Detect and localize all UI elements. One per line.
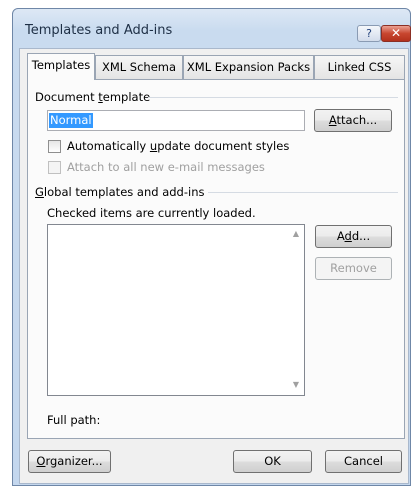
scroll-up-arrow-icon[interactable]: ▲	[289, 229, 303, 241]
auto-update-label[interactable]: Automatically update document styles	[67, 139, 289, 153]
tab-templates[interactable]: Templates	[27, 53, 95, 80]
tab-xml-expansion-packs[interactable]: XML Expansion Packs	[183, 55, 314, 79]
attach-email-label: Attach to all new e-mail messages	[67, 160, 265, 174]
global-templates-separator	[208, 192, 398, 193]
document-template-value: Normal	[49, 113, 93, 128]
document-template-separator	[148, 97, 398, 98]
dialog-title: Templates and Add-ins	[25, 23, 173, 38]
ok-button[interactable]: OK	[233, 450, 312, 473]
organizer-button[interactable]: Organizer...	[28, 450, 111, 473]
global-templates-list[interactable]	[47, 224, 305, 396]
close-icon: ✕	[390, 26, 402, 40]
global-templates-group-label: Global templates and add-ins	[35, 185, 205, 199]
add-button[interactable]: Add...	[315, 225, 392, 248]
cancel-button[interactable]: Cancel	[325, 450, 402, 473]
help-button[interactable]: ?	[357, 25, 381, 42]
full-path-label: Full path:	[47, 413, 101, 427]
auto-update-checkbox[interactable]	[48, 140, 61, 153]
tab-linked-css[interactable]: Linked CSS	[314, 55, 405, 79]
tab-xml-schema[interactable]: XML Schema	[95, 55, 183, 79]
scroll-down-arrow-icon[interactable]: ▼	[289, 380, 303, 392]
help-icon: ?	[366, 27, 372, 40]
attach-button[interactable]: Attach...	[314, 109, 392, 132]
document-template-group-label: Document template	[35, 90, 151, 104]
attach-email-checkbox	[48, 161, 61, 174]
remove-button: Remove	[315, 257, 392, 280]
close-button[interactable]: ✕	[381, 25, 411, 42]
loaded-items-note: Checked items are currently loaded.	[47, 206, 256, 220]
